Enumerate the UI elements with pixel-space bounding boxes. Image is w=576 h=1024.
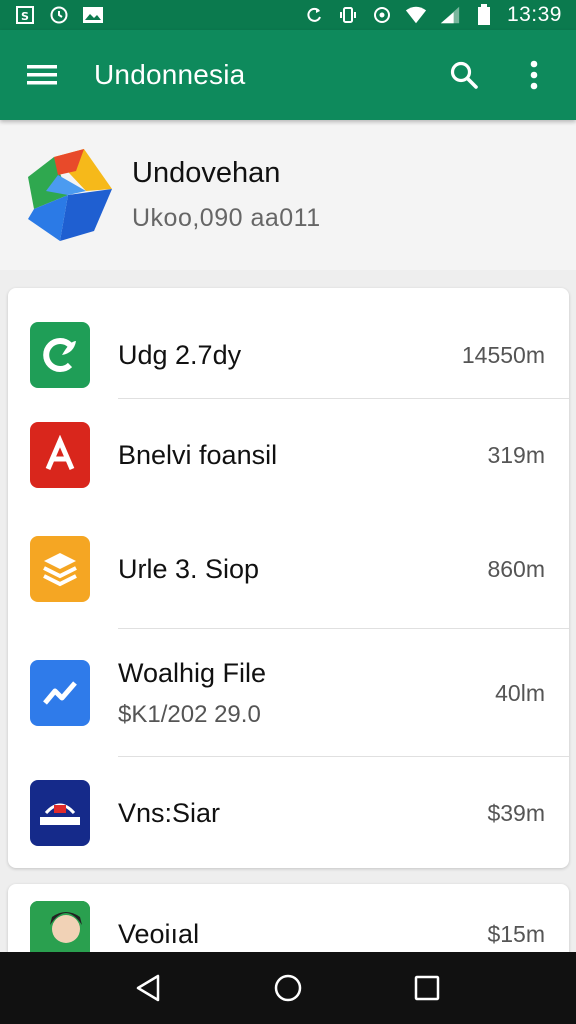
list-item[interactable]: Udg 2.7dy 14550m [8,310,569,400]
list-item-label: Urle 3. Siop [118,553,260,584]
sim-icon: S [14,4,36,26]
list-item-size: $39m [487,799,545,826]
list-item-size: 14550m [461,341,545,368]
divider [118,756,569,757]
list-item[interactable]: Bnelvi foansil 319m [8,410,569,500]
home-icon[interactable] [264,964,312,1012]
list-item-label: Woalhig File [118,657,267,688]
app-title: Undonnesia [94,59,246,90]
app-logo-icon [24,147,116,243]
overflow-menu-icon[interactable] [514,55,554,95]
list-item[interactable]: Vns:Siar $39m [8,768,569,858]
list-item-size: 860m [487,555,545,582]
vibrate-icon [337,4,359,26]
list-item[interactable]: Woalhig File $K1/202 29.0 40lm [8,640,569,746]
battery-icon [473,4,495,26]
status-bar: S 13:39 [0,0,576,30]
image-icon [82,4,104,26]
divider [118,398,569,399]
back-icon[interactable] [125,964,173,1012]
app-bar: Undonnesia [0,30,576,120]
list-item-label: Bnelvi foansil [118,439,278,470]
list-item-subtitle: $K1/202 29.0 [118,700,261,728]
profile-name: Undovehan [132,157,281,189]
list-item-size: $15m [487,920,545,947]
c-leaf-icon [30,322,90,388]
profile-subtitle: Ukoo,090 aа011 [132,204,321,232]
badge-icon [30,780,90,846]
app-list-card: Udg 2.7dy 14550m Bnelvi foansil 319m Url… [8,288,569,868]
navigation-bar [0,952,576,1024]
list-item-label: Veoiıal [118,918,200,949]
list-item-size: 319m [487,441,545,468]
list-item[interactable]: Urle 3. Siop 860m [8,524,569,614]
sync-icon [303,4,325,26]
recents-icon[interactable] [403,964,451,1012]
signal-icon [439,4,461,26]
profile-header: Undovehan Ukoo,090 aа011 [0,120,576,270]
list-item-label: Udg 2.7dy [118,339,242,370]
hamburger-menu-icon[interactable] [22,55,62,95]
stack-icon [30,536,90,602]
search-icon[interactable] [444,55,484,95]
wifi-icon [405,4,427,26]
chart-icon [30,660,90,726]
svg-text:S: S [21,10,29,23]
list-item-size: 40lm [495,679,545,706]
divider [118,628,569,629]
settings-icon [371,4,393,26]
status-time: 13:39 [506,3,562,26]
list-item-label: Vns:Siar [118,797,221,828]
a-letter-icon [30,422,90,488]
clock-icon [48,4,70,26]
